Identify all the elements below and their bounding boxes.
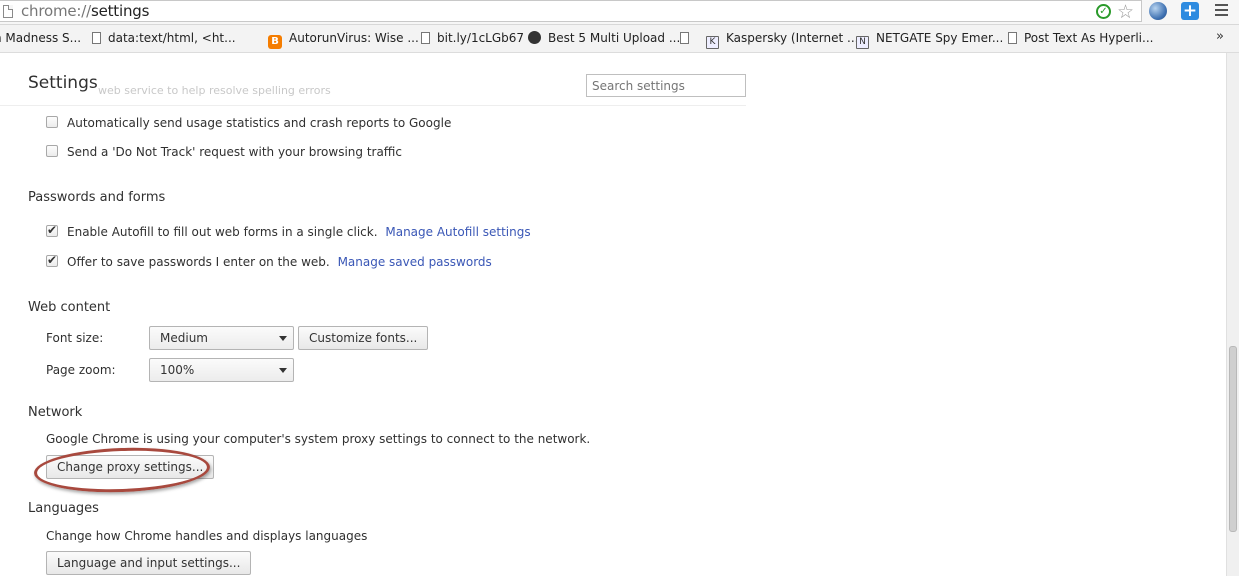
font-size-select[interactable]: Medium bbox=[149, 326, 294, 350]
bookmark-item[interactable]: Post Text As Hyperli... bbox=[1008, 31, 1153, 47]
bookmark-item[interactable] bbox=[680, 31, 696, 47]
page-zoom-label: Page zoom: bbox=[46, 363, 116, 377]
manage-autofill-link[interactable]: Manage Autofill settings bbox=[385, 225, 530, 239]
star-icon[interactable]: ☆ bbox=[1117, 1, 1134, 23]
bookmark-item[interactable]: K Kaspersky (Internet ... bbox=[706, 31, 858, 49]
do-not-track-label: Send a 'Do Not Track' request with your … bbox=[67, 145, 403, 159]
url-path: settings bbox=[90, 2, 150, 20]
highlight-ellipse bbox=[33, 444, 211, 496]
chevron-down-icon bbox=[279, 336, 287, 341]
bookmark-item[interactable]: data:text/html, <ht... bbox=[92, 31, 236, 47]
font-size-label: Font size: bbox=[46, 331, 104, 345]
url-text[interactable]: chrome://settings bbox=[21, 2, 149, 20]
bookmarks-bar: n Madness S... data:text/html, <ht... BA… bbox=[0, 25, 1239, 53]
usage-stats-label: Automatically send usage statistics and … bbox=[67, 116, 452, 130]
page-icon bbox=[680, 32, 689, 44]
page-icon bbox=[92, 32, 101, 44]
scrollbar-thumb[interactable] bbox=[1229, 346, 1237, 532]
blogger-icon: B bbox=[268, 35, 282, 49]
manage-passwords-link[interactable]: Manage saved passwords bbox=[338, 255, 492, 269]
settings-page: web service to help resolve spelling err… bbox=[0, 53, 1226, 576]
autofill-label: Enable Autofill to fill out web forms in… bbox=[67, 225, 531, 239]
language-input-settings-button[interactable]: Language and input settings... bbox=[46, 551, 252, 575]
usage-stats-checkbox[interactable] bbox=[46, 116, 58, 128]
bookmark-item[interactable]: N NETGATE Spy Emer... bbox=[856, 31, 1003, 49]
url-scheme: chrome:// bbox=[21, 2, 91, 20]
customize-fonts-button[interactable]: Customize fonts... bbox=[298, 326, 429, 350]
settings-header: web service to help resolve spelling err… bbox=[0, 53, 746, 106]
save-passwords-checkbox[interactable] bbox=[46, 253, 58, 267]
page-zoom-select[interactable]: 100% bbox=[149, 358, 294, 382]
save-passwords-label: Offer to save passwords I enter on the w… bbox=[67, 255, 492, 269]
check-icon[interactable]: ✓ bbox=[1096, 4, 1111, 19]
autofill-checkbox[interactable] bbox=[46, 223, 58, 237]
network-description: Google Chrome is using your computer's s… bbox=[46, 432, 591, 446]
globe-icon[interactable] bbox=[1149, 2, 1167, 20]
page-icon bbox=[3, 5, 13, 18]
browser-toolbar: chrome://settings ✓ ☆ + bbox=[0, 0, 1239, 25]
chevron-down-icon bbox=[279, 368, 287, 373]
scrolled-ghost-text: web service to help resolve spelling err… bbox=[98, 84, 331, 97]
bookmark-item[interactable]: bit.ly/1cLGb67 bbox=[421, 31, 524, 47]
plus-icon[interactable]: + bbox=[1181, 2, 1199, 20]
section-title-languages: Languages bbox=[28, 501, 99, 516]
vertical-scrollbar[interactable] bbox=[1226, 53, 1239, 576]
section-title-network: Network bbox=[28, 405, 83, 420]
page-icon bbox=[1008, 32, 1017, 44]
section-title-web-content: Web content bbox=[28, 300, 111, 315]
omnibox[interactable]: chrome://settings ✓ ☆ bbox=[0, 0, 1142, 23]
doc-icon: N bbox=[856, 36, 869, 49]
bookmarks-overflow-chevron[interactable]: » bbox=[1216, 29, 1224, 44]
bookmark-item[interactable]: B AutorunVirus: Wise ... bbox=[268, 31, 419, 49]
page-icon bbox=[421, 32, 430, 44]
menu-icon[interactable] bbox=[1215, 4, 1228, 18]
do-not-track-checkbox[interactable] bbox=[46, 145, 58, 157]
section-title-passwords: Passwords and forms bbox=[28, 190, 166, 205]
page-title: Settings bbox=[28, 73, 98, 93]
bookmark-item[interactable]: n Madness S... bbox=[0, 31, 81, 47]
github-icon bbox=[528, 31, 541, 44]
doc-icon: K bbox=[706, 36, 719, 49]
search-input[interactable] bbox=[586, 74, 746, 97]
languages-description: Change how Chrome handles and displays l… bbox=[46, 529, 368, 543]
bookmark-item[interactable]: Best 5 Multi Upload ... bbox=[528, 31, 680, 47]
